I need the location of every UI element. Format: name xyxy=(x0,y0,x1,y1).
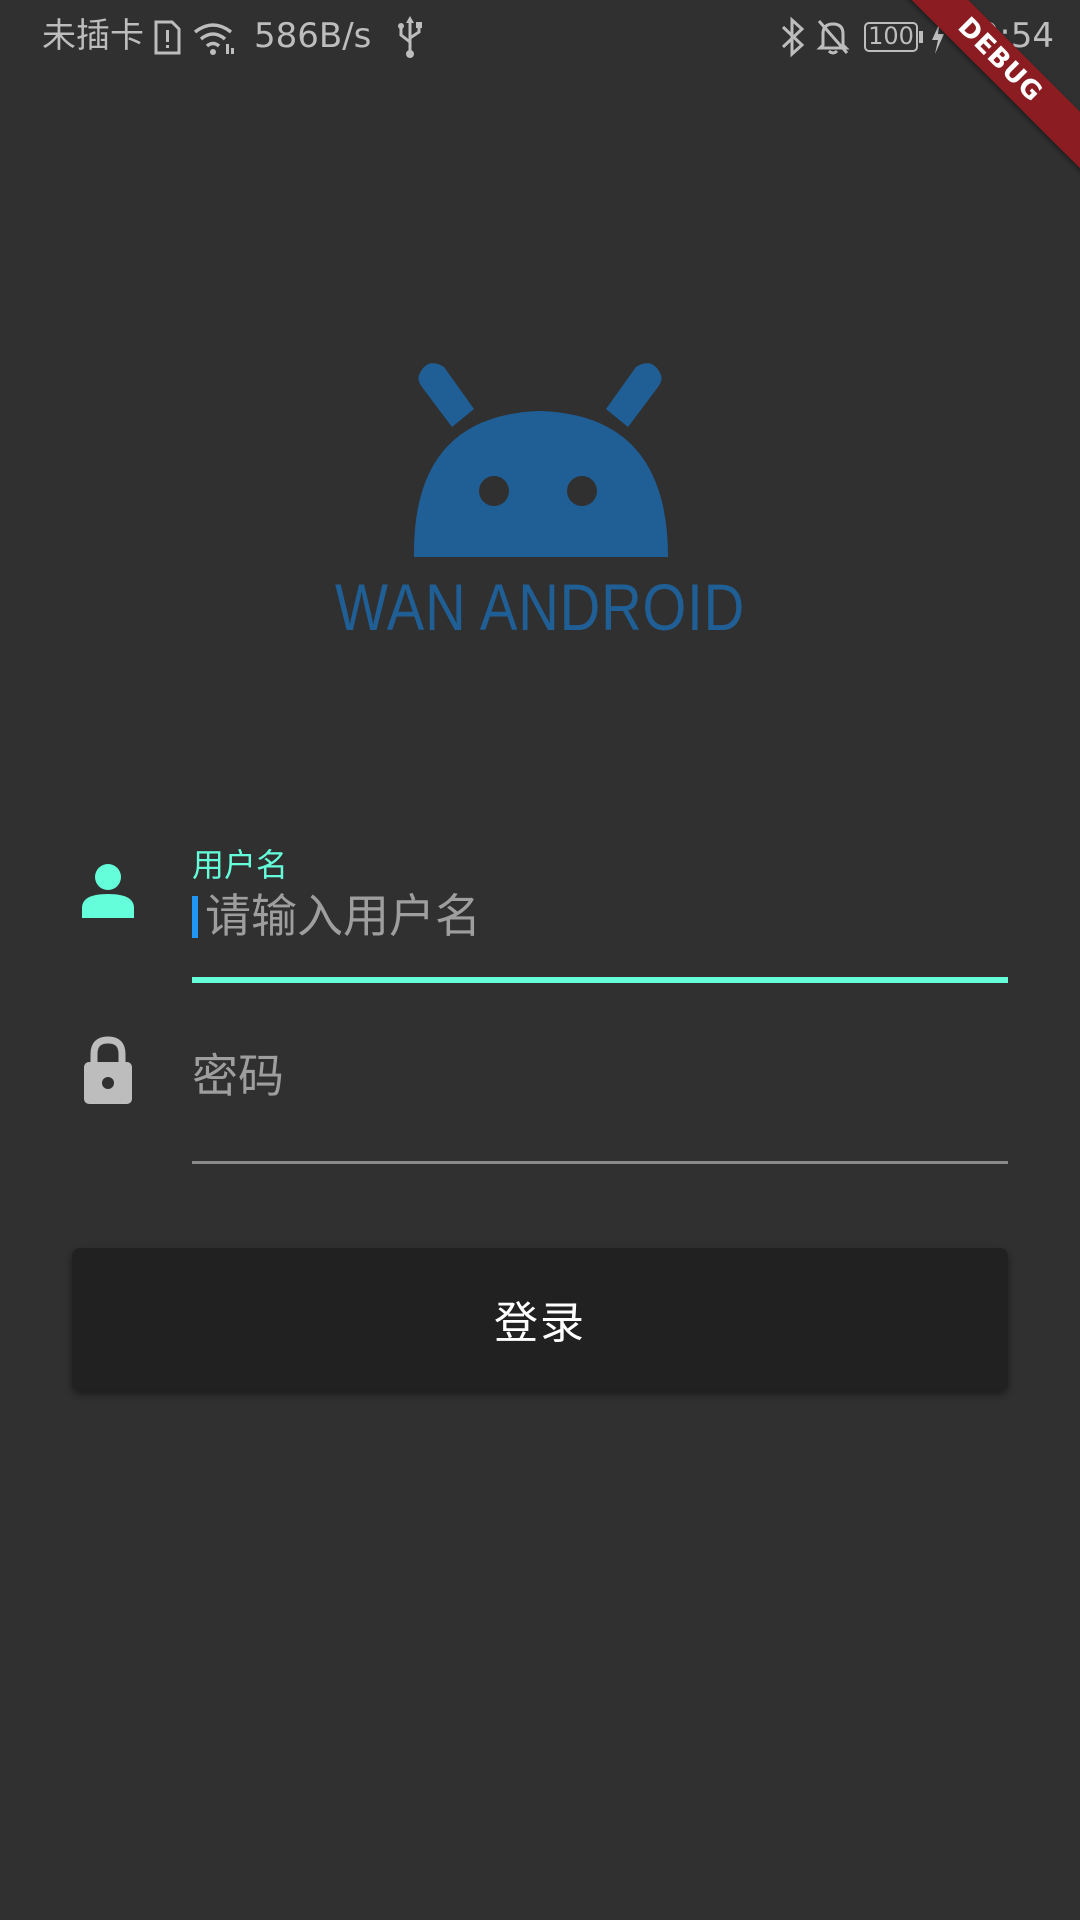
username-underline xyxy=(192,977,1008,983)
username-input[interactable]: 请输入用户名 xyxy=(205,888,481,944)
login-screen: 未插卡 586B/s 100 DEBUG WAN ANDROID 用户名 请输入… xyxy=(0,0,1080,1920)
password-input[interactable]: 密码 xyxy=(192,1048,284,1104)
battery-icon: 100 xyxy=(864,22,918,52)
lock-icon xyxy=(84,1036,132,1104)
battery-tip xyxy=(919,31,923,43)
battery-level: 100 xyxy=(868,22,914,50)
carrier-text: 未插卡 xyxy=(42,16,144,56)
wifi-icon xyxy=(193,23,234,55)
person-icon xyxy=(82,864,134,918)
logo-text: WAN ANDROID xyxy=(335,570,745,644)
usb-icon xyxy=(398,16,422,58)
bluetooth-icon xyxy=(781,16,805,58)
login-button[interactable]: 登录 xyxy=(72,1248,1008,1390)
username-label: 用户名 xyxy=(192,846,289,884)
sim-alert-icon xyxy=(154,20,181,55)
text-cursor xyxy=(192,896,198,938)
status-bar: 未插卡 586B/s 100 xyxy=(0,0,1080,76)
login-button-label: 登录 xyxy=(494,1298,586,1349)
password-underline xyxy=(192,1161,1008,1164)
mute-bell-icon xyxy=(816,20,850,55)
wan-android-logo: WAN ANDROID xyxy=(335,363,745,644)
net-speed-text: 586B/s xyxy=(254,16,372,56)
